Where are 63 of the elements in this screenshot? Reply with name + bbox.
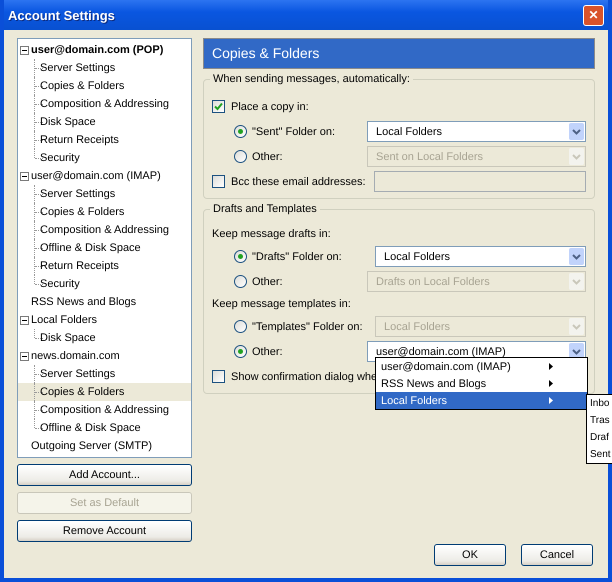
tree-item[interactable]: Return Receipts	[40, 134, 119, 146]
tree-item[interactable]: user@domain.com (IMAP)	[31, 170, 161, 182]
tree-item[interactable]: Server Settings	[40, 188, 116, 200]
section-label: Keep message templates in:	[212, 298, 351, 310]
account-button[interactable]: Add Account...	[17, 464, 192, 486]
close-button[interactable]: ✕	[583, 4, 604, 26]
collapse-icon[interactable]	[20, 46, 29, 54]
menu-item[interactable]: Draf	[587, 429, 612, 446]
menu-item[interactable]: Sent	[587, 446, 612, 463]
tree-item[interactable]: Composition & Addressing	[40, 404, 170, 416]
section-label: Keep message drafts in:	[212, 228, 331, 240]
submenu-arrow-icon	[549, 380, 553, 387]
dialog-button[interactable]: OK	[434, 544, 506, 566]
window-title: Account Settings	[8, 8, 115, 22]
bcc-field[interactable]	[374, 171, 586, 192]
tree-item[interactable]: Copies & Folders	[40, 80, 124, 92]
submenu-arrow-icon	[549, 363, 553, 370]
menu-item[interactable]: Local Folders	[376, 392, 587, 409]
tree-item[interactable]: Offline & Disk Space	[40, 242, 141, 254]
tree-item[interactable]: Server Settings	[40, 62, 116, 74]
tree-item[interactable]: Disk Space	[40, 116, 96, 128]
folder-dropdown[interactable]: Local Folders	[375, 246, 586, 267]
radio-label: "Drafts" Folder on:	[252, 250, 343, 262]
tree-item[interactable]: news.domain.com	[31, 350, 120, 362]
tree-item[interactable]: Security	[40, 278, 80, 290]
account-button[interactable]: Remove Account	[17, 520, 192, 542]
tree-item[interactable]: Composition & Addressing	[40, 98, 170, 110]
tree-item[interactable]: user@domain.com (POP)	[31, 44, 164, 56]
dialog-button[interactable]: Cancel	[521, 544, 593, 566]
folder-dropdown[interactable]: Local Folders	[367, 121, 586, 142]
tree-item[interactable]: Disk Space	[40, 332, 96, 344]
group-legend: When sending messages, automatically:	[210, 73, 413, 85]
tree-item[interactable]: Return Receipts	[40, 260, 119, 272]
radio-label: Other:	[252, 346, 284, 358]
tree-item[interactable]: Security	[40, 152, 80, 164]
menu-item[interactable]: Tras	[587, 412, 612, 429]
checkbox-label: Place a copy in:	[231, 100, 309, 112]
tree-item[interactable]: Composition & Addressing	[40, 224, 170, 236]
collapse-icon[interactable]	[20, 172, 29, 180]
radio-label: "Templates" Folder on:	[252, 320, 364, 332]
tree-item[interactable]: RSS News and Blogs	[31, 296, 136, 308]
radio-label: Other:	[252, 276, 284, 288]
submenu-arrow-icon	[549, 397, 553, 404]
panel-title: Copies & Folders	[203, 38, 595, 69]
radio-label: Other:	[252, 150, 284, 162]
checkbox-label: Bcc these email addresses:	[231, 176, 366, 188]
tree-item[interactable]: Outgoing Server (SMTP)	[31, 440, 152, 452]
tree-item[interactable]: Local Folders	[31, 314, 98, 326]
radio-button[interactable]	[234, 250, 247, 263]
checkbox[interactable]	[212, 175, 225, 188]
menu-item[interactable]: Inbo	[587, 395, 612, 412]
collapse-icon[interactable]	[20, 352, 29, 360]
radio-label: "Sent" Folder on:	[252, 126, 336, 138]
tree-item[interactable]: Offline & Disk Space	[40, 422, 141, 434]
checkbox[interactable]	[212, 370, 225, 383]
tree-item[interactable]: Server Settings	[40, 368, 116, 380]
tree-item[interactable]: Copies & Folders	[40, 206, 124, 218]
checkbox[interactable]	[212, 100, 225, 113]
radio-button[interactable]	[234, 125, 247, 138]
collapse-icon[interactable]	[20, 316, 29, 324]
menu-item[interactable]: RSS News and Blogs	[376, 375, 587, 392]
radio-button[interactable]	[234, 345, 247, 358]
group-legend: Drafts and Templates	[210, 203, 320, 215]
